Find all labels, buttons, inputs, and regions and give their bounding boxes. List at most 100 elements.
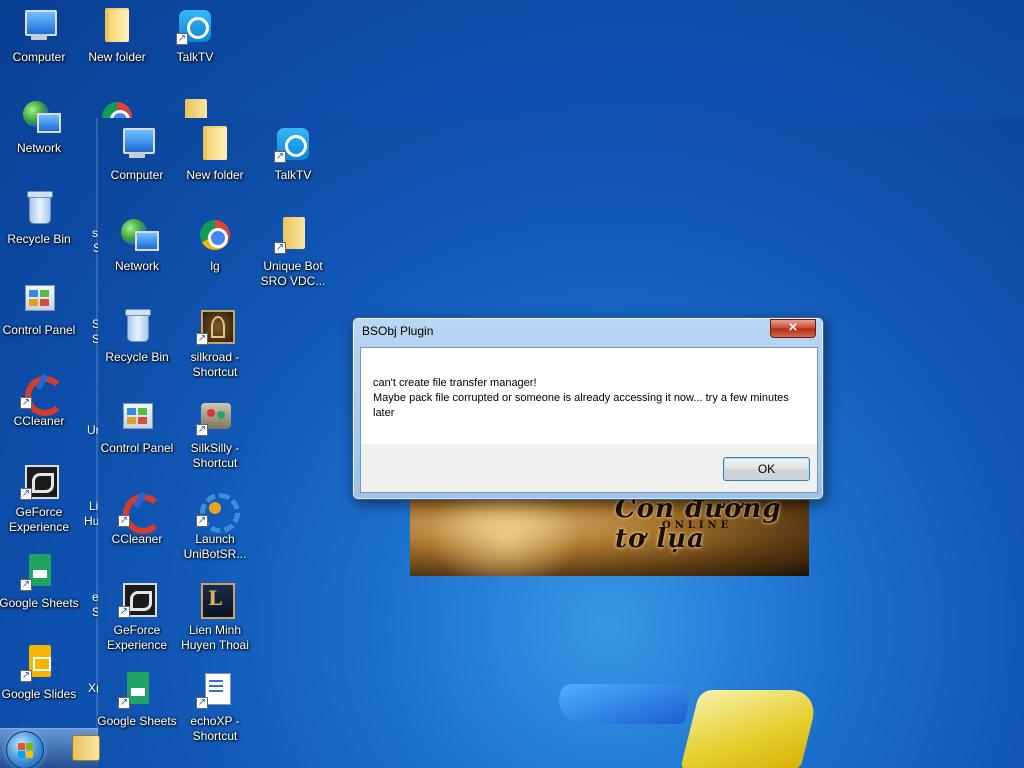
desktop-icon-new-folder[interactable]: New folder	[174, 124, 256, 183]
desktop-icon-echoxp[interactable]: ↗ echoXP - Shortcut	[174, 670, 256, 744]
desktop-icon-silkroad[interactable]: ↗ silkroad - Shortcut	[174, 306, 256, 380]
error-message-line: can't create file transfer manager!	[373, 377, 537, 389]
error-dialog: BSObj Plugin × can't create file transfe…	[352, 317, 824, 500]
icon-label: GeForce Experience	[8, 505, 70, 534]
error-message: can't create file transfer manager! Mayb…	[373, 376, 803, 421]
desktop-icon-talktv[interactable]: ↗ TalkTV	[252, 124, 334, 183]
icon-label: Network	[114, 259, 159, 273]
desktop-icon-launch-unibot[interactable]: ↗ Launch UniBotSR...	[174, 488, 256, 562]
desktop-icon-google-sheets[interactable]: ↗ Google Sheets	[0, 552, 80, 611]
icon-label: Control Panel	[100, 441, 174, 455]
icon-label: SilkSilly - Shortcut	[190, 441, 240, 470]
desktop-icon-lien-minh[interactable]: Lien Minh Huyen Thoai	[174, 579, 256, 653]
shortcut-arrow-icon: ↗	[20, 397, 32, 409]
talktv-icon: ↗	[175, 6, 215, 46]
desktop-icon-recycle-bin[interactable]: Recycle Bin	[0, 188, 80, 247]
icon-label: Control Panel	[2, 323, 76, 337]
desktop-icon-google-sheets[interactable]: ↗ Google Sheets	[96, 670, 178, 729]
desktop-icon-google-slides[interactable]: ↗ Google Slides	[0, 643, 80, 702]
shortcut-arrow-icon: ↗	[118, 697, 130, 709]
icon-label: Network	[16, 141, 61, 155]
icon-label: Unique Bot SRO VDC...	[260, 259, 326, 288]
ccleaner-icon: ↗	[117, 488, 163, 534]
ccleaner-icon: ↗	[19, 370, 65, 416]
shortcut-arrow-icon: ↗	[196, 424, 208, 436]
game-logo-subtitle: ONLINE	[662, 520, 733, 531]
close-icon: ×	[787, 320, 799, 335]
desktop-icon-control-panel[interactable]: Control Panel	[0, 279, 80, 338]
desktop-icon-computer[interactable]: Computer	[96, 124, 178, 183]
icon-label: Computer	[110, 168, 164, 182]
shortcut-arrow-icon: ↗	[20, 579, 32, 591]
desktop-icon-control-panel[interactable]: Control Panel	[96, 397, 178, 456]
icon-label: TalkTV	[176, 50, 214, 64]
league-of-legends-icon	[195, 579, 235, 619]
icon-label: New folder	[186, 168, 244, 182]
close-button[interactable]: ×	[770, 319, 816, 338]
folder-icon	[97, 6, 137, 46]
desktop-icon-silksilly[interactable]: ↗ SilkSilly - Shortcut	[174, 397, 256, 471]
desktop-icon-unique-bot[interactable]: ↗ Unique Bot SRO VDC...	[252, 215, 334, 289]
folder-icon	[195, 124, 235, 164]
chrome-icon	[195, 215, 235, 255]
silkroad-icon: ↗	[195, 306, 235, 346]
icon-label: Launch UniBotSR...	[183, 532, 247, 561]
shortcut-arrow-icon: ↗	[196, 515, 208, 527]
shortcut-arrow-icon: ↗	[20, 670, 32, 682]
taskbar	[0, 728, 100, 768]
network-icon	[117, 215, 159, 255]
talktv-icon: ↗	[273, 124, 313, 164]
desktop-icon-geforce[interactable]: ↗ GeForce Experience	[96, 579, 178, 653]
echoxp-icon: ↗	[195, 670, 235, 710]
desktop-icon-network[interactable]: Network	[0, 97, 80, 156]
icon-label: Google Sheets	[97, 714, 177, 728]
computer-icon	[19, 6, 59, 46]
recycle-bin-icon	[117, 306, 157, 346]
silksilly-icon: ↗	[195, 397, 235, 437]
dialog-title: BSObj Plugin	[362, 324, 434, 338]
icon-label: Google Slides	[1, 687, 77, 701]
control-panel-icon	[19, 279, 59, 319]
desktop-icon-ccleaner[interactable]: ↗ CCleaner	[0, 370, 80, 429]
ok-button[interactable]: OK	[723, 457, 810, 481]
folder-shortcut-icon: ↗	[273, 215, 313, 255]
icon-label: Recycle Bin	[7, 232, 71, 246]
windows-start-icon[interactable]	[6, 731, 44, 768]
recycle-bin-icon	[19, 188, 59, 228]
desktop-icon-ccleaner[interactable]: ↗ CCleaner	[96, 488, 178, 547]
windows-logo-decoration	[680, 690, 820, 768]
desktop-icon-new-folder[interactable]: New folder	[76, 6, 158, 65]
google-slides-icon: ↗	[19, 643, 59, 683]
shortcut-arrow-icon: ↗	[196, 697, 208, 709]
desktop-icon-talktv[interactable]: ↗ TalkTV	[154, 6, 236, 65]
icon-label: New folder	[88, 50, 146, 64]
message-area: can't create file transfer manager! Mayb…	[361, 348, 817, 444]
icon-label: CCleaner	[111, 532, 163, 546]
icon-label: silkroad - Shortcut	[190, 350, 240, 379]
explorer-icon[interactable]	[72, 735, 100, 761]
desktop-icon-network[interactable]: Network	[96, 215, 178, 274]
icon-label: Recycle Bin	[105, 350, 169, 364]
shortcut-arrow-icon: ↗	[274, 242, 286, 254]
icon-label: Lien Minh Huyen Thoai	[181, 623, 249, 652]
icon-label: Google Sheets	[0, 596, 79, 610]
icon-label: GeForce Experience	[106, 623, 168, 652]
icon-label: Computer	[12, 50, 66, 64]
google-sheets-icon: ↗	[19, 552, 59, 592]
icon-label: TalkTV	[274, 168, 312, 182]
error-message-line: Maybe pack file corrupted or someone is …	[373, 392, 789, 419]
game-launcher-banner[interactable]: Con đường tơ lụa ONLINE	[410, 492, 809, 576]
network-icon	[19, 97, 61, 137]
windows-logo-decoration	[554, 684, 692, 724]
shortcut-arrow-icon: ↗	[20, 488, 32, 500]
desktop-icon-lg-chrome[interactable]: lg	[174, 215, 256, 274]
shortcut-arrow-icon: ↗	[118, 515, 130, 527]
desktop-icon-geforce[interactable]: ↗ GeForce Experience	[0, 461, 80, 535]
icon-label: lg	[210, 259, 220, 273]
desktop-icon-recycle-bin[interactable]: Recycle Bin	[96, 306, 178, 365]
icon-label: echoXP - Shortcut	[190, 714, 240, 743]
shortcut-arrow-icon: ↗	[176, 33, 188, 45]
unibot-launcher-icon: ↗	[195, 488, 240, 533]
desktop-icon-computer[interactable]: Computer	[0, 6, 80, 65]
dialog-body: can't create file transfer manager! Mayb…	[360, 347, 818, 493]
